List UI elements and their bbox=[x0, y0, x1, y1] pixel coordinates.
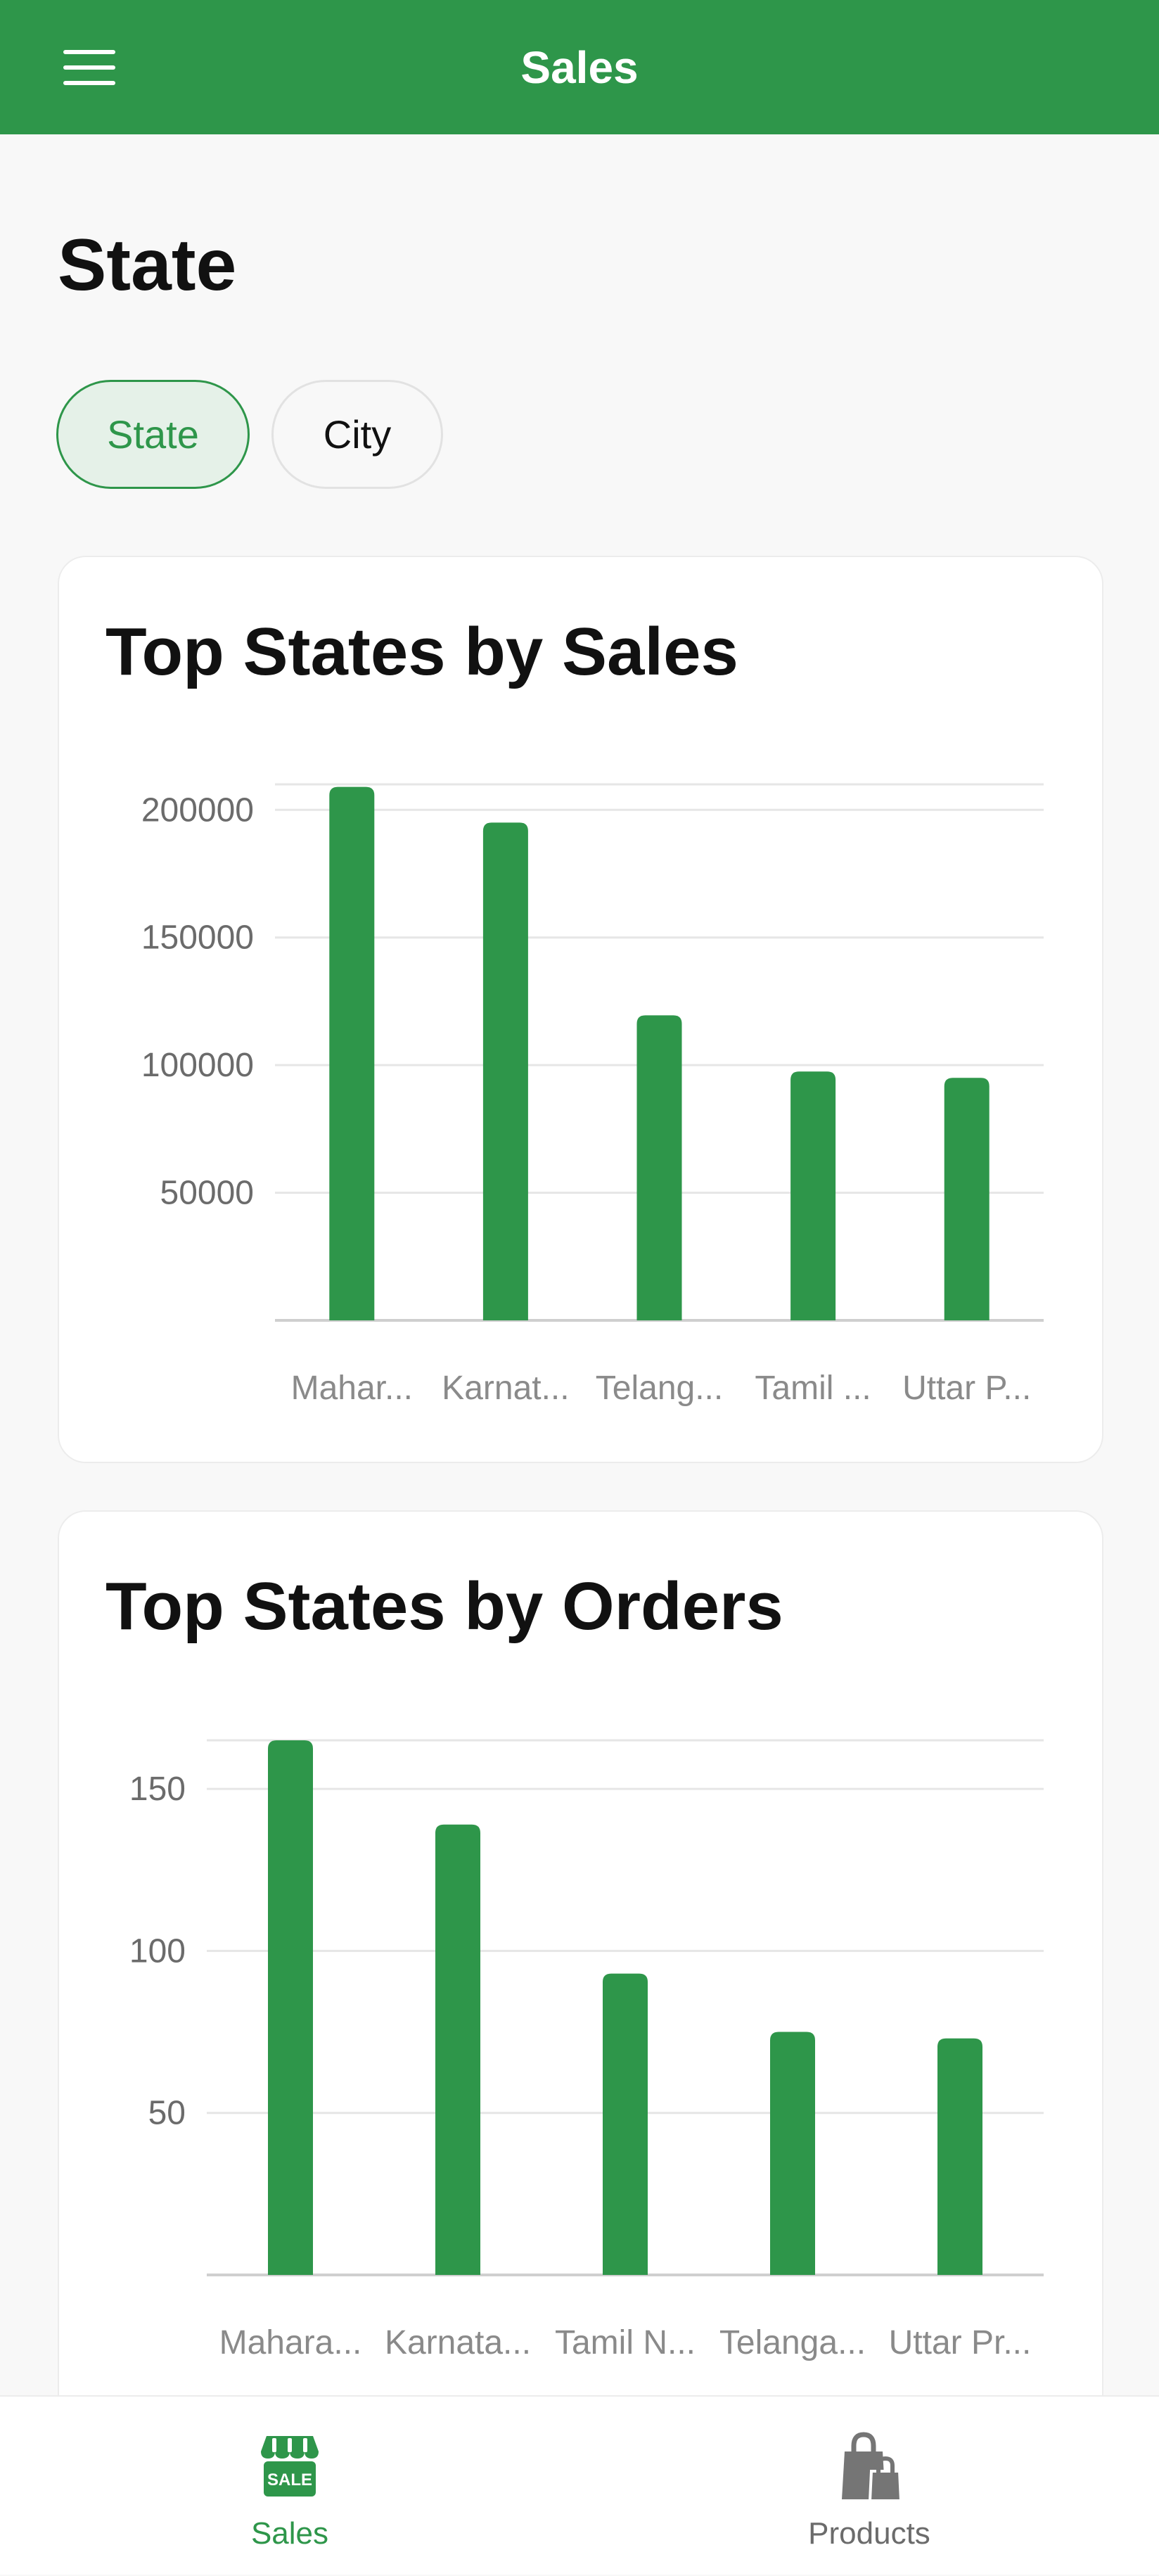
x-tick-label: Karnata... bbox=[385, 2324, 531, 2361]
orders-bar-chart: 50 100 150 Mahara... Karnata... Tamil N... Tel… bbox=[129, 1739, 1044, 2361]
y-tick-label: 150 bbox=[129, 1771, 186, 1808]
chart-bar bbox=[944, 1078, 990, 1320]
y-tick-label: 50000 bbox=[160, 1175, 254, 1212]
chart-bar bbox=[790, 1071, 836, 1320]
x-tick-label: Telanga... bbox=[719, 2324, 866, 2361]
chart-bar bbox=[268, 1740, 313, 2275]
filter-chip-label: City bbox=[323, 412, 392, 457]
chart-bar bbox=[435, 1824, 480, 2275]
y-tick-label: 100000 bbox=[141, 1047, 254, 1084]
chart-bar bbox=[603, 1973, 648, 2275]
chart-bar bbox=[636, 1015, 682, 1320]
y-tick-label: 50 bbox=[148, 2095, 186, 2132]
app-bar-title: Sales bbox=[520, 42, 639, 93]
chart-bar bbox=[770, 2032, 815, 2275]
shopping-bag-icon bbox=[842, 2432, 903, 2502]
page-title: State bbox=[58, 224, 237, 306]
nav-item-products[interactable]: Products bbox=[580, 2397, 1159, 2576]
sales-chart-card: Top States by Sales 50000 100000 150000 200… bbox=[58, 556, 1103, 1463]
x-tick-label: Tamil ... bbox=[755, 1370, 871, 1407]
x-tick-label: Uttar P... bbox=[902, 1370, 1031, 1407]
nav-label: Products bbox=[808, 2516, 930, 2551]
filter-chip-label: State bbox=[107, 412, 199, 457]
x-tick-label: Karnat... bbox=[442, 1370, 569, 1407]
y-tick-label: 200000 bbox=[141, 791, 254, 829]
filter-chip-city[interactable]: City bbox=[271, 380, 443, 489]
sales-bar-chart: 50000 100000 150000 200000 Mahar... Karnat...… bbox=[141, 783, 1044, 1407]
svg-text:SALE: SALE bbox=[267, 2470, 312, 2489]
orders-chart-card: Top States by Orders 50 100 150 Mahara... Ka… bbox=[58, 1510, 1103, 2495]
y-tick-label: 100 bbox=[129, 1932, 186, 1970]
chart-bar bbox=[482, 822, 528, 1320]
x-tick-label: Mahara... bbox=[219, 2324, 362, 2361]
nav-label: Sales bbox=[250, 2516, 329, 2551]
bottom-navigation: SALE Sales Products bbox=[0, 2395, 1159, 2575]
x-tick-label: Mahar... bbox=[291, 1370, 413, 1407]
nav-item-sales[interactable]: SALE Sales bbox=[0, 2397, 580, 2576]
x-tick-label: Uttar Pr... bbox=[889, 2324, 1032, 2361]
app-bar: Sales bbox=[0, 0, 1159, 134]
chart-bar bbox=[329, 786, 375, 1320]
x-tick-label: Tamil N... bbox=[555, 2324, 696, 2361]
y-tick-label: 150000 bbox=[141, 919, 254, 957]
chart-bar bbox=[937, 2038, 982, 2275]
x-tick-label: Telang... bbox=[596, 1370, 723, 1407]
filter-chip-state[interactable]: State bbox=[56, 380, 250, 489]
sale-store-icon: SALE bbox=[261, 2436, 319, 2497]
